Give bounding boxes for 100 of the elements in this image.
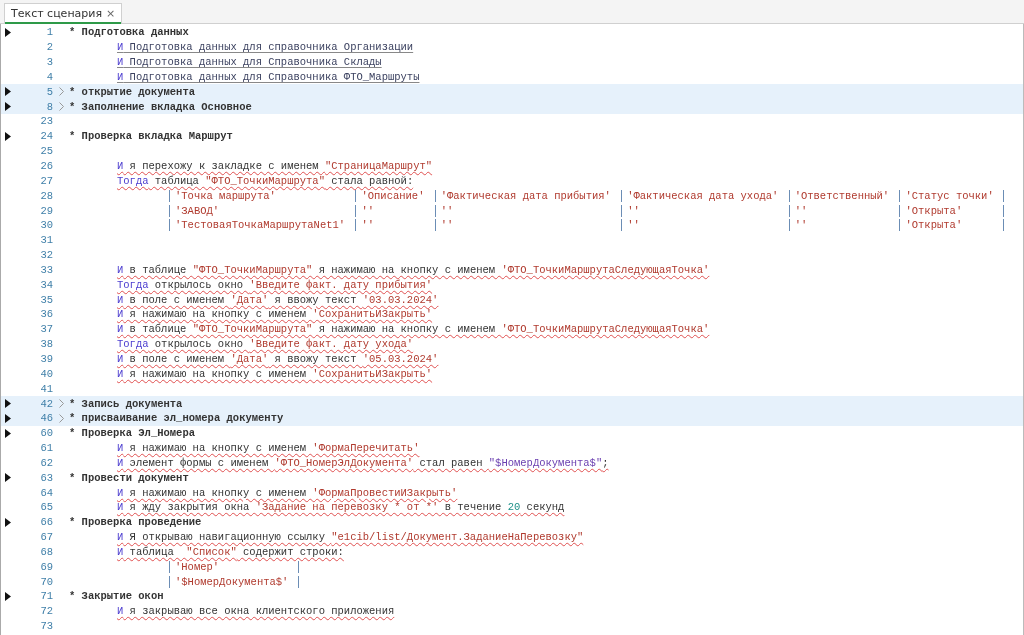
line-number: 41 [39, 382, 53, 395]
step-line: И Подготовка данных для справочника Организации [117, 41, 414, 54]
section-marker-icon[interactable] [5, 413, 11, 423]
line-number: 65 [39, 501, 53, 514]
line-number: 3 [45, 56, 53, 69]
close-button[interactable]: × [106, 7, 116, 21]
step-line: Тогда открылось окно 'Введите факт. дату ухода' [117, 338, 414, 351]
section-heading: * Проверка Эл_Номера [69, 427, 196, 440]
section-heading: * Проверка вкладка Маршрут [69, 130, 233, 143]
line-number: 4 [45, 70, 53, 83]
table-cell: 'Номер' [169, 560, 299, 573]
line-number: 40 [39, 367, 53, 380]
section-marker-icon[interactable] [5, 517, 11, 527]
table-cell: '' [788, 219, 900, 232]
table-cell: '' [355, 204, 435, 217]
table-cell: 'ТестоваяТочкаМаршрутаNet1' [169, 219, 356, 232]
line-number: 26 [39, 160, 53, 172]
section-heading: * Запись документа [69, 397, 183, 410]
line-number: 42 [39, 397, 53, 410]
section-heading: * Подготовка данных [69, 26, 189, 39]
table-cell: 'Статус точки' [899, 189, 1004, 202]
line-number: 34 [39, 278, 53, 291]
section-marker-icon[interactable] [5, 27, 11, 37]
line-number: 71 [39, 590, 53, 603]
line-number: 63 [39, 471, 53, 484]
section-heading: * Заполнение вкладка Основное [69, 100, 252, 113]
line-number: 8 [45, 100, 53, 113]
line-number: 73 [39, 620, 53, 633]
table-cell: 'Фактическая дата прибытия' [434, 189, 622, 202]
step-line: И я нажимаю на кнопку с именем 'СохранитьИЗакрыть' [117, 367, 433, 380]
line-number: 30 [39, 219, 53, 232]
line-number: 31 [39, 234, 53, 247]
step-line: Тогда открылось окно 'Введите факт. дату прибытия' [117, 278, 433, 291]
line-number: 66 [39, 516, 53, 529]
step-line: Тогда таблица "ФТО_ТочкиМаршрута" стала равной: [117, 174, 414, 187]
line-number: 2 [45, 41, 53, 54]
section-marker-icon[interactable] [5, 399, 11, 408]
line-number: 27 [39, 174, 53, 187]
line-number: 32 [39, 249, 53, 262]
step-line: И я нажимаю на кнопку с именем 'ФормаПровестиИЗакрыть' [117, 486, 458, 499]
table-cell: 'ЗАВОД' [169, 204, 356, 217]
line-number: 24 [39, 130, 53, 143]
line-number: 29 [39, 204, 53, 217]
line-number: 37 [39, 323, 53, 336]
line-number: 46 [39, 412, 53, 425]
section-heading: * Проверка проведение [69, 516, 202, 529]
line-number: 62 [39, 456, 53, 469]
editor-tab[interactable]: Текст сценария × [4, 3, 123, 24]
step-line: И Подготовка данных для Справочника Склады [117, 56, 382, 69]
table-cell: '' [355, 219, 435, 232]
table-cell: '' [434, 204, 622, 217]
line-number: 69 [39, 560, 53, 573]
line-number: 60 [39, 427, 53, 440]
table-cell: 'Открыта' [899, 219, 1004, 232]
step-line: И я перехожу к закладке с именем "СтраницаМаршрут" [117, 160, 433, 172]
step-line: И в поле с именем 'Дата' я ввожу текст '05.03.2024' [117, 353, 439, 365]
line-number: 5 [45, 85, 53, 98]
section-heading: * Провести документ [69, 471, 189, 484]
table-cell: '' [621, 219, 789, 232]
line-number: 35 [39, 293, 53, 306]
line-number: 61 [39, 442, 53, 455]
step-line: И я нажимаю на кнопку с именем 'СохранитьИЗакрыть' [117, 308, 433, 321]
line-number: 1 [45, 26, 53, 39]
table-cell: 'Точка маршрута' [169, 189, 356, 202]
line-number: 68 [39, 545, 53, 558]
table-cell: 'Описание' [355, 189, 435, 202]
step-line: И я жду закрытия окна 'Задание на перевозку * от *' в течение 20 секунд [117, 501, 565, 514]
step-line: И в поле с именем 'Дата' я ввожу текст '03.03.2024' [117, 293, 439, 306]
line-number: 64 [39, 486, 53, 499]
table-cell: 'Ответственный' [788, 189, 900, 202]
section-heading: * присваивание эл_номера документу [69, 412, 284, 425]
table-cell: '' [621, 204, 789, 217]
step-line: И я закрываю все окна клиентского приложения [117, 605, 395, 618]
line-number: 25 [39, 145, 53, 158]
line-number: 23 [39, 115, 53, 128]
line-number: 70 [39, 575, 53, 588]
section-marker-icon[interactable] [5, 428, 11, 438]
section-marker-icon[interactable] [5, 87, 11, 97]
line-number: 28 [39, 189, 53, 202]
line-number: 72 [39, 605, 53, 618]
section-heading: * Закрытие окон [69, 590, 164, 603]
table-cell: '' [434, 219, 622, 232]
line-number: 39 [39, 353, 53, 365]
table-cell: '$НомерДокумента$' [169, 575, 299, 588]
section-marker-icon[interactable] [5, 473, 11, 483]
table-cell: 'Фактическая дата ухода' [621, 189, 789, 202]
step-line: И Подготовка данных для Справочника ФТО_Маршруты [117, 70, 420, 83]
step-line: И элемент формы с именем 'ФТО_НомерЭлДокумента' стал равен "$НомерДокумента$"; [117, 456, 609, 469]
line-number: 33 [39, 263, 53, 276]
step-line: И я нажимаю на кнопку с именем 'ФормаПеречитать' [117, 442, 420, 455]
section-marker-icon[interactable] [5, 592, 11, 601]
step-line: И в таблице "ФТО_ТочкиМаршрута" я нажимаю на кнопку с именем 'ФТО_ТочкиМаршрутаСледующаяТочка' [117, 323, 710, 336]
line-number: 36 [39, 308, 53, 321]
section-marker-icon[interactable] [5, 102, 11, 112]
line-number: 38 [39, 338, 53, 351]
section-heading: * открытие документа [69, 85, 196, 98]
step-line: И Я открываю навигационную ссылку "e1cib/list/Документ.ЗаданиеНаПеревозку" [117, 531, 584, 544]
step-line: И таблица "Список" содержит строки: [117, 545, 344, 558]
line-number: 67 [39, 531, 53, 544]
section-marker-icon[interactable] [5, 131, 11, 141]
